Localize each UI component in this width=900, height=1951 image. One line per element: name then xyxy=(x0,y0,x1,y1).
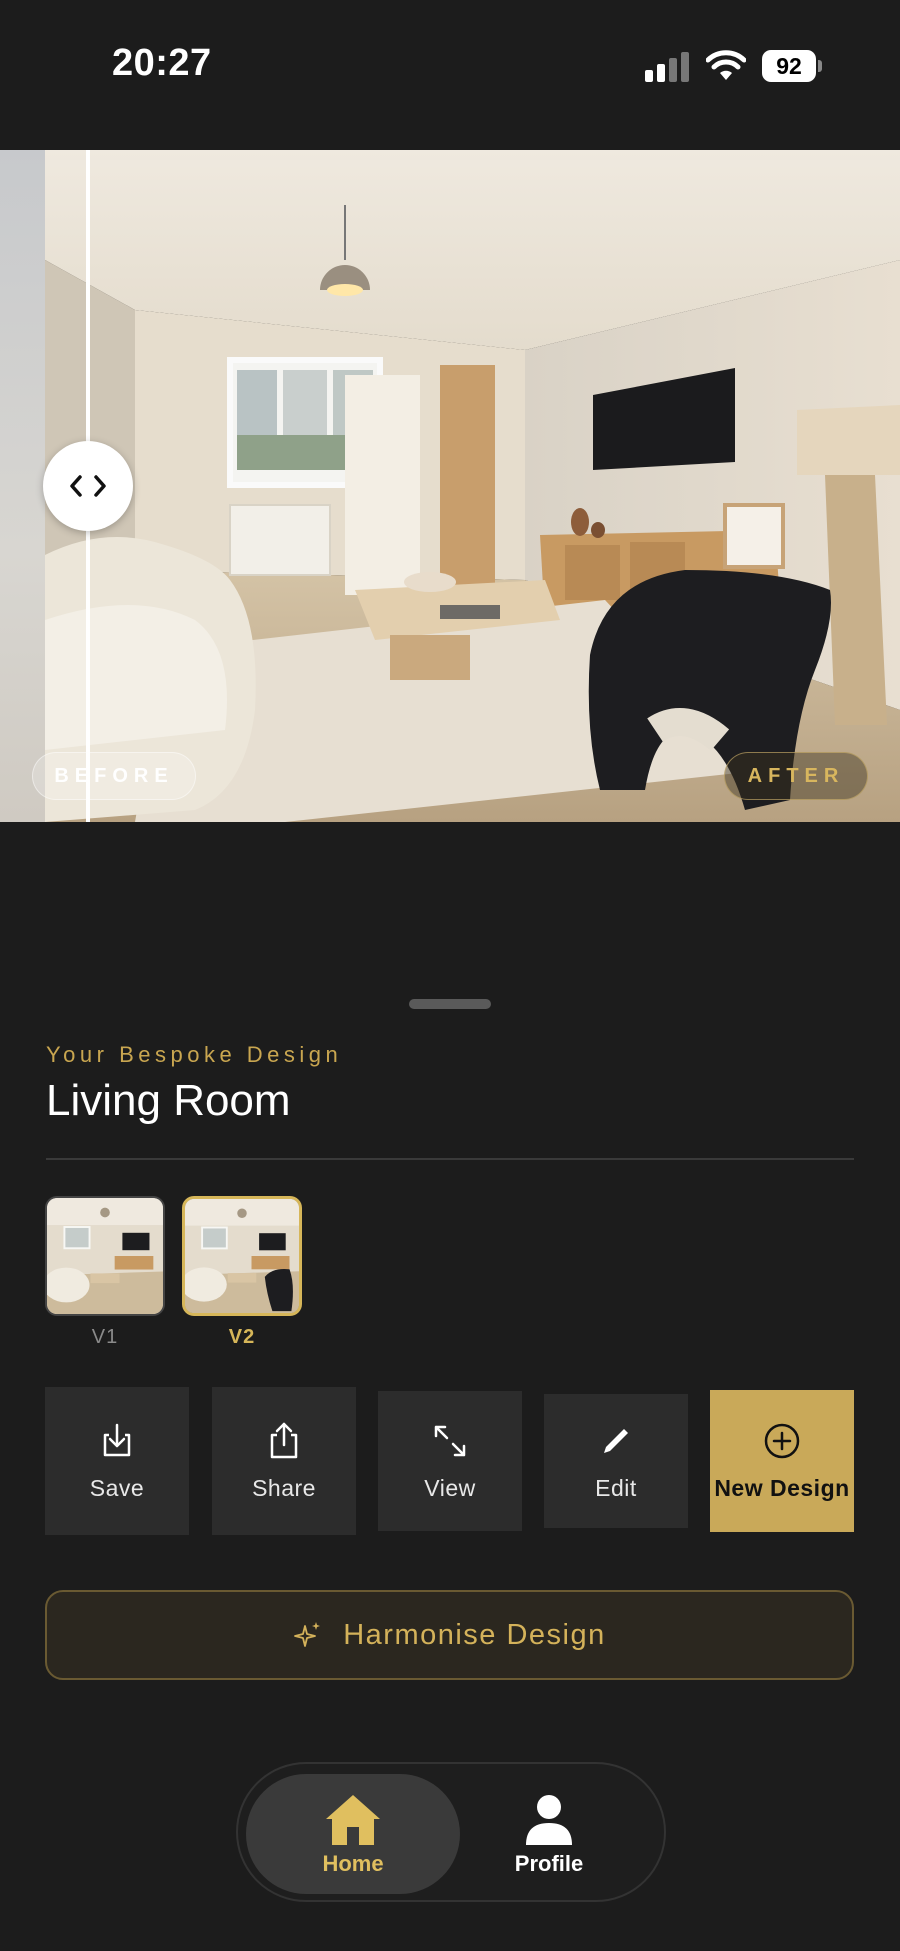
room-title: Living Room xyxy=(46,1076,291,1125)
pencil-icon xyxy=(604,1428,628,1453)
wifi-icon xyxy=(706,50,746,80)
bottom-tab-bar: Home Profile xyxy=(236,1762,666,1902)
sparkle-icon xyxy=(294,1622,321,1647)
save-label: Save xyxy=(89,1474,145,1501)
share-icon xyxy=(270,1422,298,1458)
download-icon xyxy=(103,1423,131,1456)
tab-profile[interactable]: Profile xyxy=(442,1774,656,1894)
share-label: Share xyxy=(252,1474,316,1501)
after-image-living-room xyxy=(45,150,900,822)
design-subtitle: Your Bespoke Design xyxy=(46,1042,343,1067)
sheet-grabber[interactable] xyxy=(409,999,491,1009)
compare-slider-handle[interactable] xyxy=(43,441,133,531)
before-image xyxy=(0,150,45,822)
battery-icon: 92 xyxy=(762,50,822,82)
status-time: 20:27 xyxy=(112,42,212,84)
new-design-label: New Design xyxy=(714,1474,850,1501)
home-icon xyxy=(326,1795,380,1845)
view-button[interactable]: View xyxy=(378,1391,522,1531)
person-icon xyxy=(526,1795,572,1845)
version-thumbnail-v1[interactable]: V1 xyxy=(45,1196,165,1349)
before-after-comparison[interactable]: BEFORE AFTER xyxy=(0,150,900,822)
after-label: AFTER xyxy=(724,752,868,800)
version-thumbnail-v2[interactable]: V2 xyxy=(182,1196,302,1349)
before-label: BEFORE xyxy=(32,752,196,800)
tab-profile-label: Profile xyxy=(514,1851,584,1876)
version-label: V2 xyxy=(228,1326,256,1348)
battery-level: 92 xyxy=(762,50,816,82)
edit-label: Edit xyxy=(595,1474,637,1501)
divider xyxy=(46,1158,854,1160)
view-label: View xyxy=(424,1474,476,1501)
cellular-signal-icon xyxy=(645,52,691,82)
plus-circle-icon xyxy=(764,1423,800,1458)
edit-button[interactable]: Edit xyxy=(544,1394,688,1528)
tab-home[interactable]: Home xyxy=(246,1774,460,1894)
chevron-left-right-icon xyxy=(70,475,106,497)
status-bar: 20:27 92 xyxy=(0,0,900,150)
share-button[interactable]: Share xyxy=(212,1387,356,1535)
version-image xyxy=(182,1196,302,1316)
harmonise-label: Harmonise Design xyxy=(343,1618,606,1651)
save-button[interactable]: Save xyxy=(45,1387,189,1535)
new-design-button[interactable]: New Design xyxy=(710,1390,854,1532)
version-label: V1 xyxy=(91,1326,119,1348)
expand-icon xyxy=(434,1425,466,1456)
version-image xyxy=(45,1196,165,1316)
harmonise-design-button[interactable]: Harmonise Design xyxy=(45,1590,854,1680)
tab-home-label: Home xyxy=(322,1851,384,1876)
